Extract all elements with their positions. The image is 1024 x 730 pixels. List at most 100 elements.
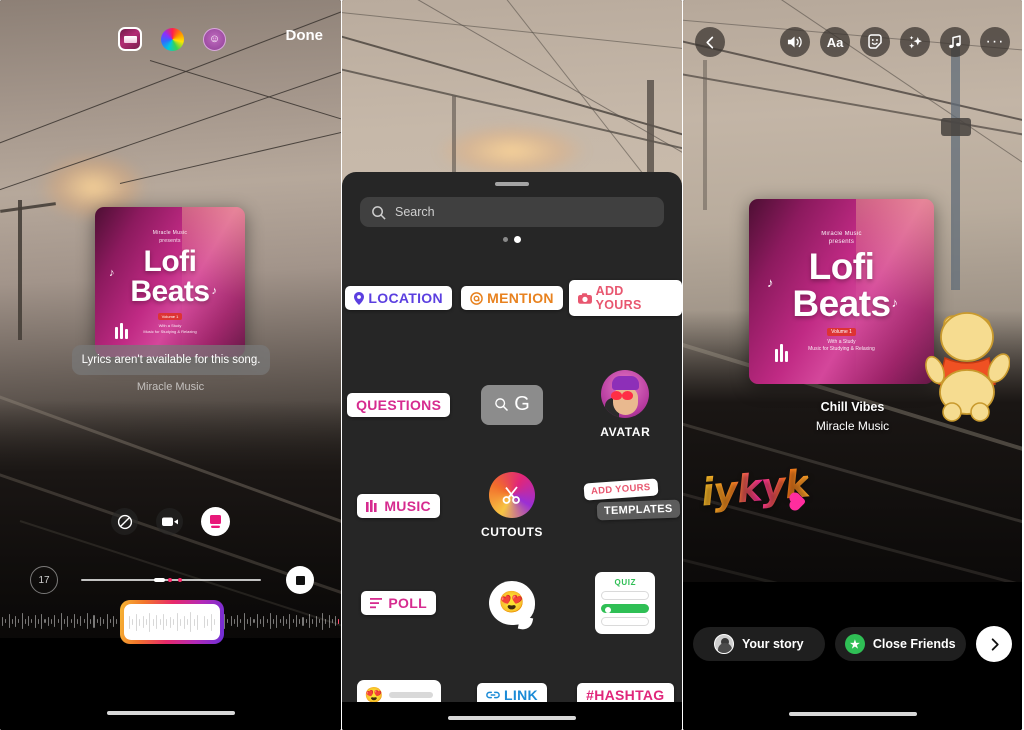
scrubber-knob[interactable] (154, 578, 165, 582)
chain-icon (486, 691, 500, 699)
cover-mode-switcher (0, 507, 341, 536)
bars-icon (370, 597, 383, 608)
mention-sticker-label: MENTION (487, 290, 554, 306)
add-yours-on-templates[interactable]: ADD YOURS (583, 477, 659, 501)
chevron-right-icon (991, 637, 999, 651)
page-dot-2[interactable] (514, 236, 521, 243)
share-bar: Your story ★ Close Friends (683, 582, 1022, 730)
poll-sticker[interactable]: POLL (361, 591, 436, 615)
add-yours-sticker[interactable]: ADD YOURS (568, 280, 682, 316)
music-sticker[interactable]: MUSIC (357, 493, 440, 518)
poll-sticker-label: POLL (388, 595, 427, 611)
sticker-button[interactable] (860, 27, 890, 57)
drag-handle[interactable] (495, 182, 529, 186)
cutouts-sticker-label: CUTOUTS (481, 525, 543, 539)
album-cover-mode-button[interactable] (201, 507, 230, 536)
clip-duration-badge[interactable]: 17 (30, 566, 58, 594)
music-note-decor-right: ♪ (211, 285, 218, 297)
panel-sticker-tray: Search LOCATION MENTION ADD YOURS QUESTI… (342, 0, 682, 730)
search-input[interactable]: Search (360, 197, 664, 227)
avatar-sticker-label: AVATAR (600, 425, 651, 439)
your-story-label: Your story (741, 637, 804, 651)
effects-button[interactable] (900, 27, 930, 57)
questions-sticker[interactable]: QUESTIONS (347, 392, 451, 417)
more-button[interactable]: ··· (980, 27, 1010, 57)
album-presents-line1: Miracle Music (821, 231, 862, 238)
quiz-sticker[interactable]: QUIZ (595, 572, 656, 634)
pooh-bear-sticker[interactable] (905, 300, 1011, 422)
music-note-decor-left: ♪ (109, 267, 115, 279)
google-search-sticker-label: G (514, 393, 530, 415)
emoji-style-icon[interactable]: ☺ (203, 27, 226, 51)
sticker-tray-sheet: Search LOCATION MENTION ADD YOURS QUESTI… (342, 172, 682, 730)
no-cover-mode-button[interactable] (111, 508, 138, 535)
panel1-top-bar: ☺ Done (0, 0, 341, 62)
album-volume-tag: Volume 1 (157, 312, 183, 320)
quiz-option-3 (601, 617, 650, 626)
google-search-sticker[interactable]: G (480, 384, 543, 425)
quiz-option-1 (601, 591, 650, 600)
music-note-decor-right: ♪ (891, 295, 899, 310)
scrubber-marker-2 (178, 578, 182, 582)
done-button[interactable]: Done (286, 27, 324, 44)
quiz-sticker-label: QUIZ (614, 578, 637, 587)
pin-icon (354, 291, 365, 305)
avatar (713, 634, 734, 654)
panel-music-editor: ☺ Done Miracle Music presents Lofi Beats… (0, 0, 341, 730)
scrubber-marker-1 (168, 578, 172, 582)
home-indicator (106, 711, 235, 715)
back-button[interactable] (695, 27, 725, 57)
music-sticker-label: MUSIC (384, 497, 431, 514)
album-title-line2: Beats (792, 282, 891, 324)
album-volume-tag: Volume 1 (827, 327, 856, 336)
your-story-button[interactable]: Your story (693, 627, 825, 661)
album-artist-label: Miracle Music (136, 381, 205, 393)
album-sub-line2: Music for Studying & Relaxing (143, 328, 197, 334)
text-button[interactable]: Aa (820, 27, 850, 57)
search-icon (495, 398, 509, 412)
album-art-thumb-icon[interactable] (118, 27, 142, 51)
templates-sticker[interactable]: TEMPLATES (597, 499, 681, 520)
emoji-reaction-sticker[interactable]: 😍 (488, 581, 535, 625)
sparkles-icon (908, 35, 922, 48)
album-sub-line2: Music for Studying & Relaxing (808, 345, 875, 352)
music-note-icon (949, 35, 961, 49)
close-friends-button[interactable]: ★ Close Friends (834, 627, 966, 661)
star-icon: ★ (844, 634, 865, 654)
waveform-trim-selection[interactable] (120, 600, 224, 644)
camera-icon (577, 292, 592, 304)
equalizer-icon (366, 499, 377, 512)
audio-waveform-track[interactable] (0, 600, 341, 644)
album-title-line2: Beats (130, 274, 210, 308)
music-note-decor-left: ♪ (767, 275, 774, 290)
mention-sticker[interactable]: MENTION (461, 286, 563, 310)
avatar-icon[interactable] (601, 370, 650, 418)
search-placeholder: Search (395, 205, 435, 219)
link-sticker-label: LINK (504, 687, 538, 703)
lyrics-unavailable-toast: Lyrics aren't available for this song. (72, 345, 270, 375)
playback-scrubber[interactable] (81, 578, 261, 582)
stop-button[interactable] (286, 566, 314, 594)
page-dot-1[interactable] (503, 237, 508, 242)
home-indicator (788, 712, 917, 716)
templates-sticker-label: TEMPLATES (604, 502, 674, 517)
scissors-icon[interactable] (488, 472, 535, 518)
video-cover-mode-button[interactable] (156, 508, 183, 535)
next-button[interactable] (976, 626, 1012, 662)
close-friends-label: Close Friends (872, 637, 956, 651)
color-wheel-icon[interactable] (161, 27, 184, 51)
music-button[interactable] (940, 27, 970, 57)
quiz-option-2-correct (601, 604, 650, 613)
sound-button[interactable] (780, 27, 810, 57)
location-sticker[interactable]: LOCATION (345, 286, 452, 310)
sticker-grid: LOCATION MENTION ADD YOURS QUESTIONS G A… (342, 260, 682, 730)
speaker-icon (787, 36, 802, 48)
questions-sticker-label: QUESTIONS (356, 396, 442, 413)
album-title-line1: Lofi (143, 245, 197, 279)
text-aa-icon: Aa (826, 34, 844, 50)
chevron-left-icon (705, 36, 713, 48)
at-icon (470, 291, 483, 305)
heart-eyes-icon: 😍 (498, 591, 526, 614)
three-panel-screenshot: ☺ Done Miracle Music presents Lofi Beats… (0, 0, 1024, 730)
sticker-smiley-icon (868, 34, 882, 49)
